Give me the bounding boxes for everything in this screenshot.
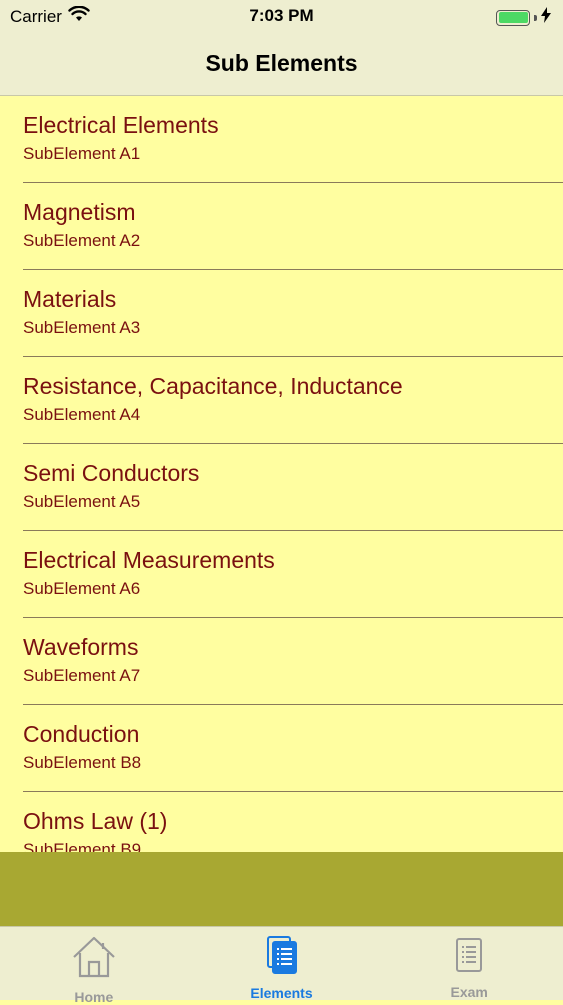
list-item-subtitle: SubElement A6 (23, 579, 141, 598)
list-item[interactable]: Ohms Law (1) SubElement B9 (23, 792, 563, 852)
list-item[interactable]: Waveforms SubElement A7 (23, 618, 563, 705)
list-item[interactable]: Semi Conductors SubElement A5 (23, 444, 563, 531)
list-item-subtitle: SubElement A4 (23, 405, 141, 424)
documents-icon (266, 935, 298, 975)
battery-level-fill (498, 12, 528, 23)
list-item-subtitle: SubElement A7 (23, 666, 141, 685)
list-item-title: Conduction (23, 721, 140, 747)
status-bar: Carrier 7:03 PM (0, 0, 563, 32)
status-time: 7:03 PM (249, 6, 314, 25)
list-item-title: Electrical Measurements (23, 547, 275, 573)
battery-group (496, 7, 551, 28)
tab-exam-label: Exam (450, 984, 488, 1000)
list-item[interactable]: Resistance, Capacitance, Inductance SubE… (23, 357, 563, 444)
tab-elements[interactable]: Elements (188, 927, 376, 1001)
page-title: Sub Elements (205, 50, 358, 76)
tab-home-label: Home (74, 989, 114, 1005)
list-item-title: Magnetism (23, 199, 136, 225)
sub-elements-list[interactable]: Electrical Elements SubElement A1 Magnet… (0, 96, 563, 852)
list-item[interactable]: Magnetism SubElement A2 (23, 183, 563, 270)
charging-bolt-icon (541, 7, 551, 28)
list-item-title: Ohms Law (1) (23, 808, 168, 834)
list-item-subtitle: SubElement B8 (23, 753, 142, 772)
list-item-title: Electrical Elements (23, 112, 219, 138)
tab-elements-label: Elements (250, 985, 313, 1001)
tab-bar: Home Elements Exam (0, 926, 563, 1005)
navigation-bar: Sub Elements (0, 32, 563, 96)
list-item[interactable]: Electrical Elements SubElement A1 (23, 96, 563, 183)
list-item[interactable]: Electrical Measurements SubElement A6 (23, 531, 563, 618)
list-item-subtitle: SubElement A1 (23, 144, 141, 163)
list-item-subtitle: SubElement B9 (23, 840, 142, 852)
house-icon (71, 935, 117, 979)
list-item-subtitle: SubElement A5 (23, 492, 141, 511)
list-item-title: Waveforms (23, 634, 139, 660)
list-item[interactable]: Conduction SubElement B8 (23, 705, 563, 792)
list-item-title: Semi Conductors (23, 460, 200, 486)
battery-cap (534, 14, 537, 21)
list-item-subtitle: SubElement A3 (23, 318, 141, 337)
tab-home[interactable]: Home (0, 927, 188, 1005)
list-item[interactable]: Materials SubElement A3 (23, 270, 563, 357)
list-item-subtitle: SubElement A2 (23, 231, 141, 250)
battery-icon (496, 9, 530, 26)
list-item-title: Resistance, Capacitance, Inductance (23, 373, 403, 399)
tab-exam[interactable]: Exam (375, 927, 563, 1000)
list-item-title: Materials (23, 286, 117, 312)
bottom-banner (0, 852, 563, 926)
checklist-icon (455, 935, 483, 974)
